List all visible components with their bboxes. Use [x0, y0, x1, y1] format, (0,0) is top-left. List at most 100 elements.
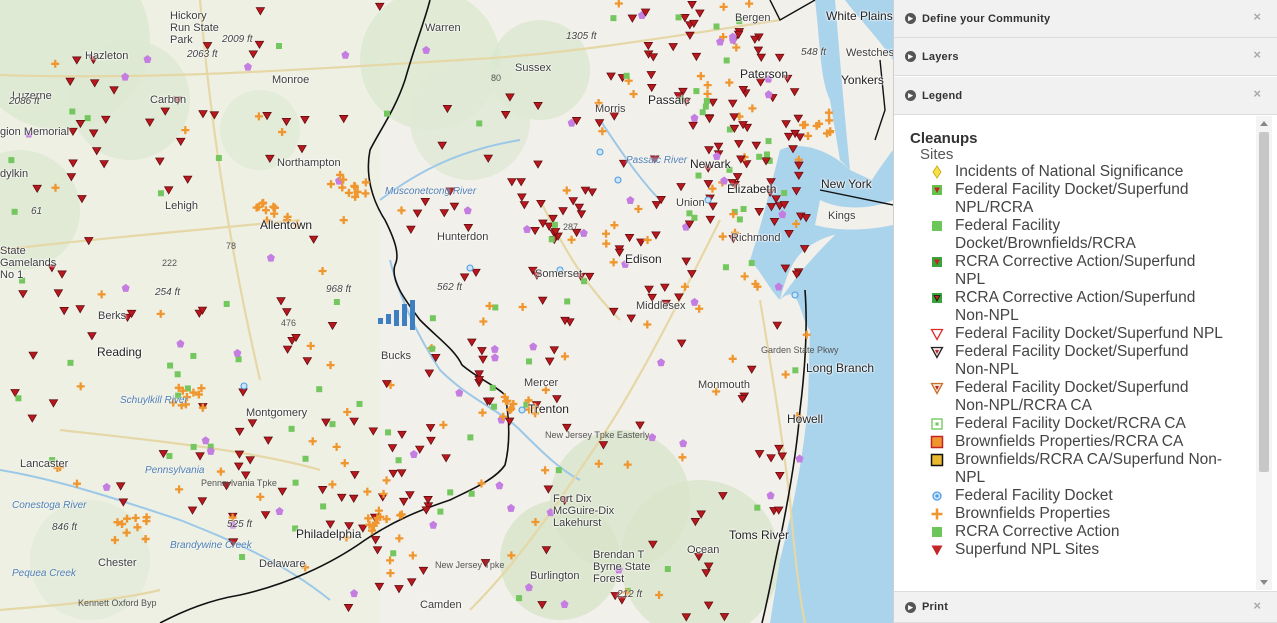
- scroll-up-arrow-icon[interactable]: [1260, 121, 1268, 126]
- place-label: gion Memorial: [0, 126, 70, 138]
- forest-area: [410, 60, 530, 180]
- side-panel: ▸ Define your Community × ▸ Layers × ▸ L…: [893, 0, 1277, 623]
- water-label: Conestoga River: [12, 500, 87, 511]
- place-label: Monroe: [272, 74, 310, 86]
- rcra-site-marker: [526, 358, 533, 365]
- rcra-site-marker: [395, 457, 402, 464]
- rcra-site-marker: [748, 260, 755, 267]
- place-label: Howell: [787, 412, 824, 426]
- place-label: Union: [676, 197, 705, 209]
- legend-item: Federal Facility Docket/Superfund Non-NP…: [930, 343, 1240, 379]
- legend-list: Cleanups Sites Incidents of National Sig…: [910, 130, 1240, 559]
- green-square-icon: [930, 217, 944, 235]
- federal-facility-marker: [240, 382, 248, 390]
- place-label: Fort Dix McGuire-Dix Lakehurst: [553, 493, 615, 529]
- rcra-site-marker: [468, 490, 475, 497]
- section-define-community[interactable]: ▸ Define your Community ×: [894, 0, 1277, 38]
- legend-item: Federal Facility Docket: [930, 487, 1240, 505]
- rcra-site-marker: [792, 367, 799, 374]
- legend-item: Brownfields Properties: [930, 505, 1240, 523]
- road-label: 287: [563, 222, 579, 232]
- rcra-site-marker: [167, 362, 174, 369]
- federal-facility-marker: [596, 148, 604, 156]
- road-label: Kennett Oxford Byp: [78, 598, 157, 608]
- map-view[interactable]: Hazleton Hickory Run State Park Luzerne Mon…: [0, 0, 893, 623]
- collapse-icon: ▸: [905, 90, 916, 101]
- scroll-down-arrow-icon[interactable]: [1260, 580, 1268, 585]
- federal-facility-marker: [614, 176, 622, 184]
- road-label: 78: [226, 241, 237, 251]
- rcra-site-marker: [8, 157, 15, 164]
- green-square-icon: [930, 523, 944, 541]
- place-label: Trenton: [528, 402, 569, 416]
- close-icon[interactable]: ×: [1253, 86, 1261, 101]
- rcra-site-marker: [516, 595, 523, 602]
- scroll-thumb[interactable]: [1259, 132, 1269, 472]
- section-layers[interactable]: ▸ Layers ×: [894, 38, 1277, 76]
- black-outline-triangle-icon: [930, 343, 944, 361]
- federal-facility-marker: [791, 291, 799, 299]
- rcra-site-marker: [239, 553, 246, 560]
- rcra-site-marker: [693, 88, 700, 95]
- water-label: Pequea Creek: [12, 568, 76, 579]
- section-print[interactable]: ▸ Print ×: [894, 591, 1277, 623]
- close-icon[interactable]: ×: [1253, 47, 1261, 62]
- rcra-site-marker: [84, 115, 91, 122]
- chart-bars-marker: [378, 318, 383, 324]
- place-label: Passaic: [648, 93, 691, 107]
- legend-item: RCRA Corrective Action: [930, 523, 1240, 541]
- legend-subtitle: Sites: [920, 146, 954, 163]
- rcra-site-marker: [740, 206, 747, 213]
- chart-bars-marker: [394, 310, 399, 326]
- rcra-site-marker: [429, 345, 436, 352]
- rcra-site-marker: [174, 371, 181, 378]
- rcra-site-marker: [548, 236, 555, 243]
- rcra-site-marker: [610, 15, 617, 22]
- close-icon[interactable]: ×: [1253, 9, 1261, 24]
- rcra-site-marker: [316, 386, 323, 393]
- rcra-site-marker: [691, 214, 698, 221]
- green-square-red-triangle-icon: [930, 181, 944, 199]
- rcra-site-marker: [447, 489, 454, 496]
- place-label: Burlington: [530, 570, 580, 582]
- rcra-site-marker: [385, 429, 392, 436]
- road-label: New Jersey Tpke: [435, 560, 505, 570]
- rcra-site-marker: [69, 108, 76, 115]
- legend-item-label: Incidents of National Significance: [955, 163, 1184, 180]
- rcra-site-marker: [754, 504, 761, 511]
- elevation-label: 548 ft: [801, 47, 827, 58]
- orange-square-icon: [930, 433, 944, 451]
- rcra-site-marker: [491, 403, 498, 410]
- legend-item-label: Brownfields Properties/RCRA CA: [955, 433, 1184, 450]
- place-label: Hickory Run State Park: [170, 10, 219, 46]
- legend-item-label: Federal Facility Docket/Superfund NPL/RC…: [955, 181, 1189, 216]
- federal-facility-marker: [518, 406, 526, 414]
- rcra-site-marker: [564, 298, 571, 305]
- section-title: Layers: [922, 50, 959, 63]
- rcra-site-marker: [15, 395, 22, 402]
- section-legend[interactable]: ▸ Legend ×: [894, 77, 1277, 115]
- rcra-site-marker: [703, 97, 710, 104]
- elevation-label: 2063 ft: [187, 49, 218, 60]
- rcra-site-marker: [623, 72, 630, 79]
- rcra-site-marker: [235, 356, 242, 363]
- rcra-site-marker: [763, 151, 770, 158]
- rcra-site-marker: [756, 153, 763, 160]
- legend-item-label: Federal Facility Docket/Superfund Non-NP…: [955, 379, 1189, 414]
- place-label: Lehigh: [165, 200, 199, 212]
- rcra-site-marker: [695, 172, 702, 179]
- rcra-site-marker: [329, 421, 336, 428]
- rcra-site-marker: [675, 14, 682, 21]
- legend-item-label: Federal Facility Docket/Superfund Non-NP…: [955, 343, 1189, 378]
- place-label: Toms River: [729, 528, 790, 542]
- legend-scrollbar[interactable]: [1256, 116, 1272, 590]
- green-outline-square-icon: [930, 415, 944, 433]
- rcra-site-marker: [390, 550, 397, 557]
- rcra-site-marker: [333, 299, 340, 306]
- elevation-label: 1305 ft: [566, 31, 597, 42]
- place-label: Hunterdon: [437, 231, 489, 243]
- close-icon[interactable]: ×: [1253, 598, 1261, 613]
- elevation-label: 2086 ft: [9, 96, 40, 107]
- legend-item-label: RCRA Corrective Action: [955, 523, 1120, 540]
- legend-item: RCRA Corrective Action/Superfund NPL: [930, 253, 1240, 289]
